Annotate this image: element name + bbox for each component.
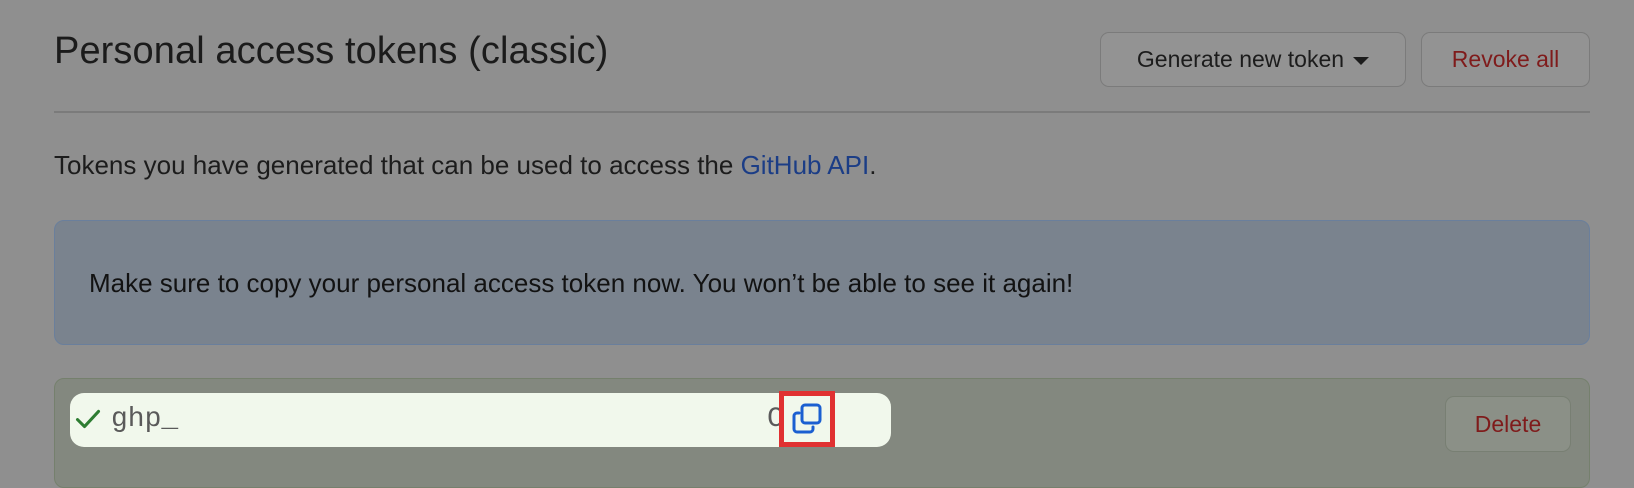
copy-icon bbox=[792, 403, 822, 434]
copy-token-button[interactable] bbox=[779, 391, 835, 447]
flash-notice: Make sure to copy your personal access t… bbox=[54, 220, 1590, 345]
flash-message: Make sure to copy your personal access t… bbox=[89, 268, 1074, 298]
generate-new-token-label: Generate new token bbox=[1136, 46, 1345, 72]
tokens-description: Tokens you have generated that can be us… bbox=[54, 150, 876, 181]
description-period: . bbox=[869, 150, 877, 180]
revoke-all-label: Revoke all bbox=[1451, 46, 1560, 72]
header-divider bbox=[54, 111, 1590, 113]
delete-token-button[interactable]: Delete bbox=[1445, 396, 1571, 452]
delete-label: Delete bbox=[1474, 410, 1542, 437]
description-text: Tokens you have generated that can be us… bbox=[54, 150, 741, 180]
generate-new-token-button[interactable]: Generate new token bbox=[1100, 32, 1406, 87]
caret-down-icon bbox=[1353, 56, 1370, 65]
token-prefix: ghp_ bbox=[111, 404, 179, 435]
check-icon bbox=[75, 409, 101, 429]
revoke-all-button[interactable]: Revoke all bbox=[1421, 32, 1590, 87]
page: Personal access tokens (classic) Generat… bbox=[0, 0, 1634, 488]
page-title: Personal access tokens (classic) bbox=[54, 30, 609, 72]
github-api-link[interactable]: GitHub API bbox=[741, 150, 870, 180]
